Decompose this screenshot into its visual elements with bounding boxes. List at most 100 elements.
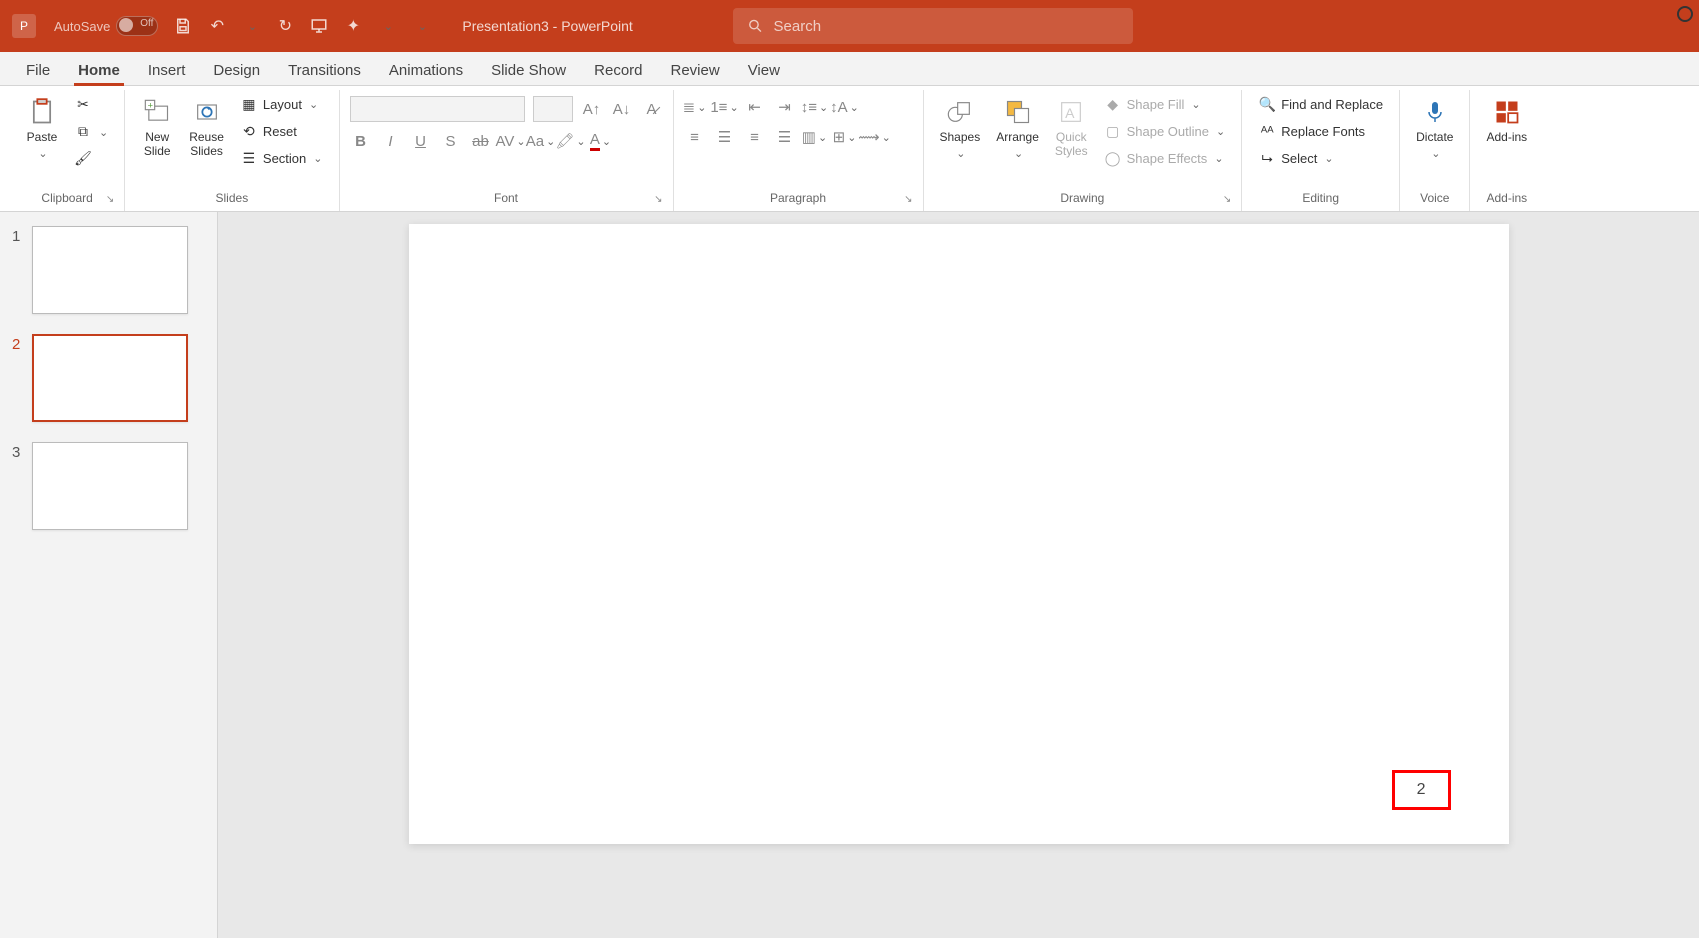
tab-transitions[interactable]: Transitions	[274, 56, 375, 85]
qat-more-dropdown[interactable]	[376, 15, 398, 37]
format-painter-button[interactable]: 🖌	[68, 146, 114, 170]
reuse-slides-button[interactable]: Reuse Slides	[183, 92, 230, 162]
increase-font-icon[interactable]: A↑	[581, 98, 603, 120]
align-text-button[interactable]: ⊞	[834, 126, 856, 148]
decrease-indent-button[interactable]: ⇤	[744, 96, 766, 118]
redo-icon[interactable]: ↻	[274, 15, 296, 37]
align-left-button[interactable]: ≡	[684, 126, 706, 148]
italic-button[interactable]: I	[380, 130, 402, 152]
svg-text:+: +	[148, 101, 153, 111]
tab-design[interactable]: Design	[199, 56, 274, 85]
select-button[interactable]: ⮡Select	[1252, 146, 1389, 170]
justify-button[interactable]: ☰	[774, 126, 796, 148]
font-launcher[interactable]: ↘	[654, 194, 662, 205]
group-label-clipboard: Clipboard	[41, 191, 92, 205]
smartart-button[interactable]: ⟿	[864, 126, 886, 148]
bold-button[interactable]: B	[350, 130, 372, 152]
autosave-toggle[interactable]: Off	[116, 16, 158, 36]
shadow-button[interactable]: S	[440, 130, 462, 152]
highlight-button[interactable]: 🖍	[560, 130, 582, 152]
strikethrough-button[interactable]: ab	[470, 130, 492, 152]
line-spacing-button[interactable]: ↕≡	[804, 96, 826, 118]
clipboard-launcher[interactable]: ↘	[106, 194, 114, 205]
slide-thumbnails-panel[interactable]: 1 2 3	[0, 212, 218, 938]
text-direction-button[interactable]: ↕A	[834, 96, 856, 118]
autosave-control[interactable]: AutoSave Off	[54, 16, 158, 36]
tab-review[interactable]: Review	[657, 56, 734, 85]
underline-button[interactable]: U	[410, 130, 432, 152]
layout-button[interactable]: ▦Layout	[234, 92, 329, 116]
thumbnail-1[interactable]: 1	[12, 226, 205, 314]
tab-record[interactable]: Record	[580, 56, 656, 85]
tab-home[interactable]: Home	[64, 56, 134, 85]
numbering-button[interactable]: 1≡	[714, 96, 736, 118]
new-slide-icon: +	[141, 96, 173, 128]
reset-button[interactable]: ⟲Reset	[234, 119, 329, 143]
new-slide-button[interactable]: + New Slide	[135, 92, 179, 162]
slide-number-placeholder[interactable]: 2	[1392, 770, 1451, 810]
copy-button[interactable]: ⧉	[68, 119, 114, 143]
title-bar: P AutoSave Off ↶ ↻ ✦ Presentation3 - Pow…	[0, 0, 1699, 52]
arrange-button[interactable]: Arrange	[990, 92, 1045, 164]
tab-slideshow[interactable]: Slide Show	[477, 56, 580, 85]
align-right-button[interactable]: ≡	[744, 126, 766, 148]
paste-button[interactable]: Paste	[20, 92, 64, 164]
thumbnail-2[interactable]: 2	[12, 334, 205, 422]
group-paragraph: ≣ 1≡ ⇤ ⇥ ↕≡ ↕A ≡ ☰ ≡ ☰ ▥ ⊞ ⟿ Paragraph ↘	[674, 90, 924, 211]
group-label-paragraph: Paragraph	[770, 191, 826, 205]
font-size-combo[interactable]	[533, 96, 573, 122]
font-color-button[interactable]: A	[590, 130, 612, 152]
cut-button[interactable]: ✂	[68, 92, 114, 116]
tab-file[interactable]: File	[12, 56, 64, 85]
thumb-number: 2	[12, 334, 22, 353]
tab-view[interactable]: View	[734, 56, 794, 85]
search-icon	[747, 17, 764, 35]
search-input[interactable]	[774, 18, 1119, 35]
bullets-button[interactable]: ≣	[684, 96, 706, 118]
present-from-beginning-icon[interactable]	[308, 15, 330, 37]
font-name-combo[interactable]	[350, 96, 525, 122]
tab-animations[interactable]: Animations	[375, 56, 477, 85]
recording-indicator-icon[interactable]	[1677, 6, 1693, 22]
thumb-preview[interactable]	[32, 334, 188, 422]
group-clipboard: Paste ✂ ⧉ 🖌 Clipboard ↘	[10, 90, 125, 211]
group-label-addins: Add-ins	[1486, 191, 1527, 205]
thumb-preview[interactable]	[32, 442, 188, 530]
slide-editor[interactable]: 2	[218, 212, 1699, 938]
thumbnail-3[interactable]: 3	[12, 442, 205, 530]
group-addins: Add-ins Add-ins	[1470, 90, 1543, 211]
find-replace-button[interactable]: 🔍Find and Replace	[1252, 92, 1389, 116]
decrease-font-icon[interactable]: A↓	[611, 98, 633, 120]
align-center-button[interactable]: ☰	[714, 126, 736, 148]
quick-access-toolbar: ↶ ↻ ✦	[172, 15, 432, 37]
group-label-drawing: Drawing	[1060, 191, 1104, 205]
shapes-icon	[944, 96, 976, 128]
addins-button[interactable]: Add-ins	[1480, 92, 1533, 148]
save-icon[interactable]	[172, 15, 194, 37]
dictate-button[interactable]: Dictate	[1410, 92, 1459, 164]
replace-fonts-button[interactable]: ᴬᴬReplace Fonts	[1252, 119, 1389, 143]
columns-button[interactable]: ▥	[804, 126, 826, 148]
thumb-number: 3	[12, 442, 22, 461]
section-button[interactable]: ☰Section	[234, 146, 329, 170]
arrange-icon	[1002, 96, 1034, 128]
scissors-icon: ✂	[74, 95, 92, 113]
slide-canvas[interactable]: 2	[409, 224, 1509, 844]
clear-formatting-icon[interactable]: A̷	[641, 98, 663, 120]
tab-insert[interactable]: Insert	[134, 56, 200, 85]
increase-indent-button[interactable]: ⇥	[774, 96, 796, 118]
group-label-slides: Slides	[216, 191, 249, 205]
qat-customize-dropdown[interactable]	[410, 15, 432, 37]
shapes-button[interactable]: Shapes	[934, 92, 987, 164]
search-icon: 🔍	[1258, 95, 1276, 113]
thumb-preview[interactable]	[32, 226, 188, 314]
paragraph-launcher[interactable]: ↘	[904, 194, 912, 205]
addins-icon	[1491, 96, 1523, 128]
char-spacing-button[interactable]: AV	[500, 130, 522, 152]
change-case-button[interactable]: Aa	[530, 130, 552, 152]
undo-icon[interactable]: ↶	[206, 15, 228, 37]
search-box[interactable]	[733, 8, 1133, 44]
undo-dropdown[interactable]	[240, 15, 262, 37]
star-icon[interactable]: ✦	[342, 15, 364, 37]
drawing-launcher[interactable]: ↘	[1223, 194, 1231, 205]
